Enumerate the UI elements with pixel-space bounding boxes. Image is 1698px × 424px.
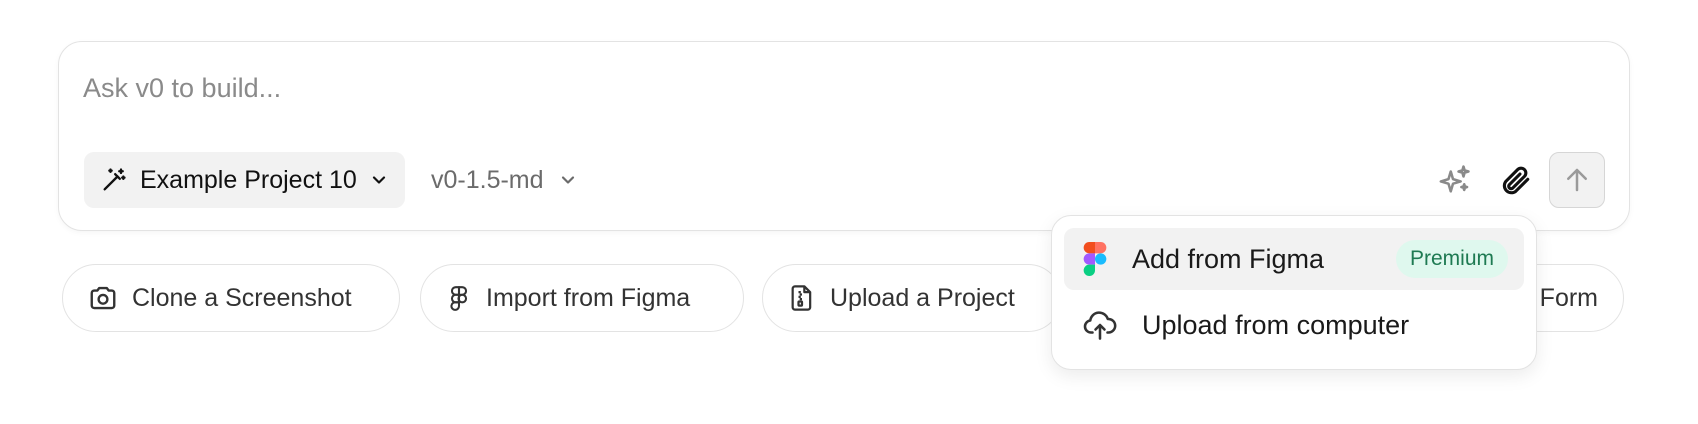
menu-item-upload-from-computer[interactable]: Upload from computer [1064, 294, 1524, 356]
suggestion-import-figma[interactable]: Import from Figma [420, 264, 744, 332]
chevron-down-icon [369, 170, 389, 190]
prompt-composer: Example Project 10 v0-1.5-md [58, 41, 1630, 231]
magic-wand-icon [100, 166, 128, 194]
attach-button[interactable] [1487, 152, 1543, 208]
model-selector[interactable]: v0-1.5-md [419, 152, 590, 208]
sparkles-icon [1438, 163, 1472, 197]
project-selector[interactable]: Example Project 10 [84, 152, 405, 208]
camera-icon [88, 283, 118, 313]
project-label: Example Project 10 [140, 165, 357, 194]
menu-item-label: Upload from computer [1142, 309, 1410, 340]
suggestion-upload-project[interactable]: Upload a Project [762, 264, 1062, 332]
file-zip-icon [788, 284, 816, 312]
enhance-prompt-button[interactable] [1427, 152, 1483, 208]
page: Example Project 10 v0-1.5-md [0, 0, 1698, 424]
attach-menu: Add from Figma Premium Upload from compu… [1051, 215, 1537, 370]
figma-color-icon [1082, 242, 1108, 276]
cloud-upload-icon [1082, 307, 1118, 343]
send-button[interactable] [1549, 152, 1605, 208]
chevron-down-icon [558, 170, 578, 190]
suggestion-label: Import from Figma [486, 283, 691, 312]
premium-badge: Premium [1395, 240, 1508, 278]
suggestion-clone-screenshot[interactable]: Clone a Screenshot [62, 264, 400, 332]
menu-item-label: Add from Figma [1132, 243, 1325, 274]
paperclip-icon [1498, 163, 1532, 197]
suggestion-label: Upload a Project [830, 283, 1015, 312]
arrow-up-icon [1562, 165, 1592, 195]
figma-icon [446, 285, 472, 311]
menu-item-add-from-figma[interactable]: Add from Figma Premium [1064, 228, 1524, 290]
model-label: v0-1.5-md [431, 165, 544, 194]
prompt-input[interactable] [83, 68, 1083, 108]
suggestion-label: Form [1539, 283, 1598, 312]
suggestion-label: Clone a Screenshot [132, 283, 352, 312]
